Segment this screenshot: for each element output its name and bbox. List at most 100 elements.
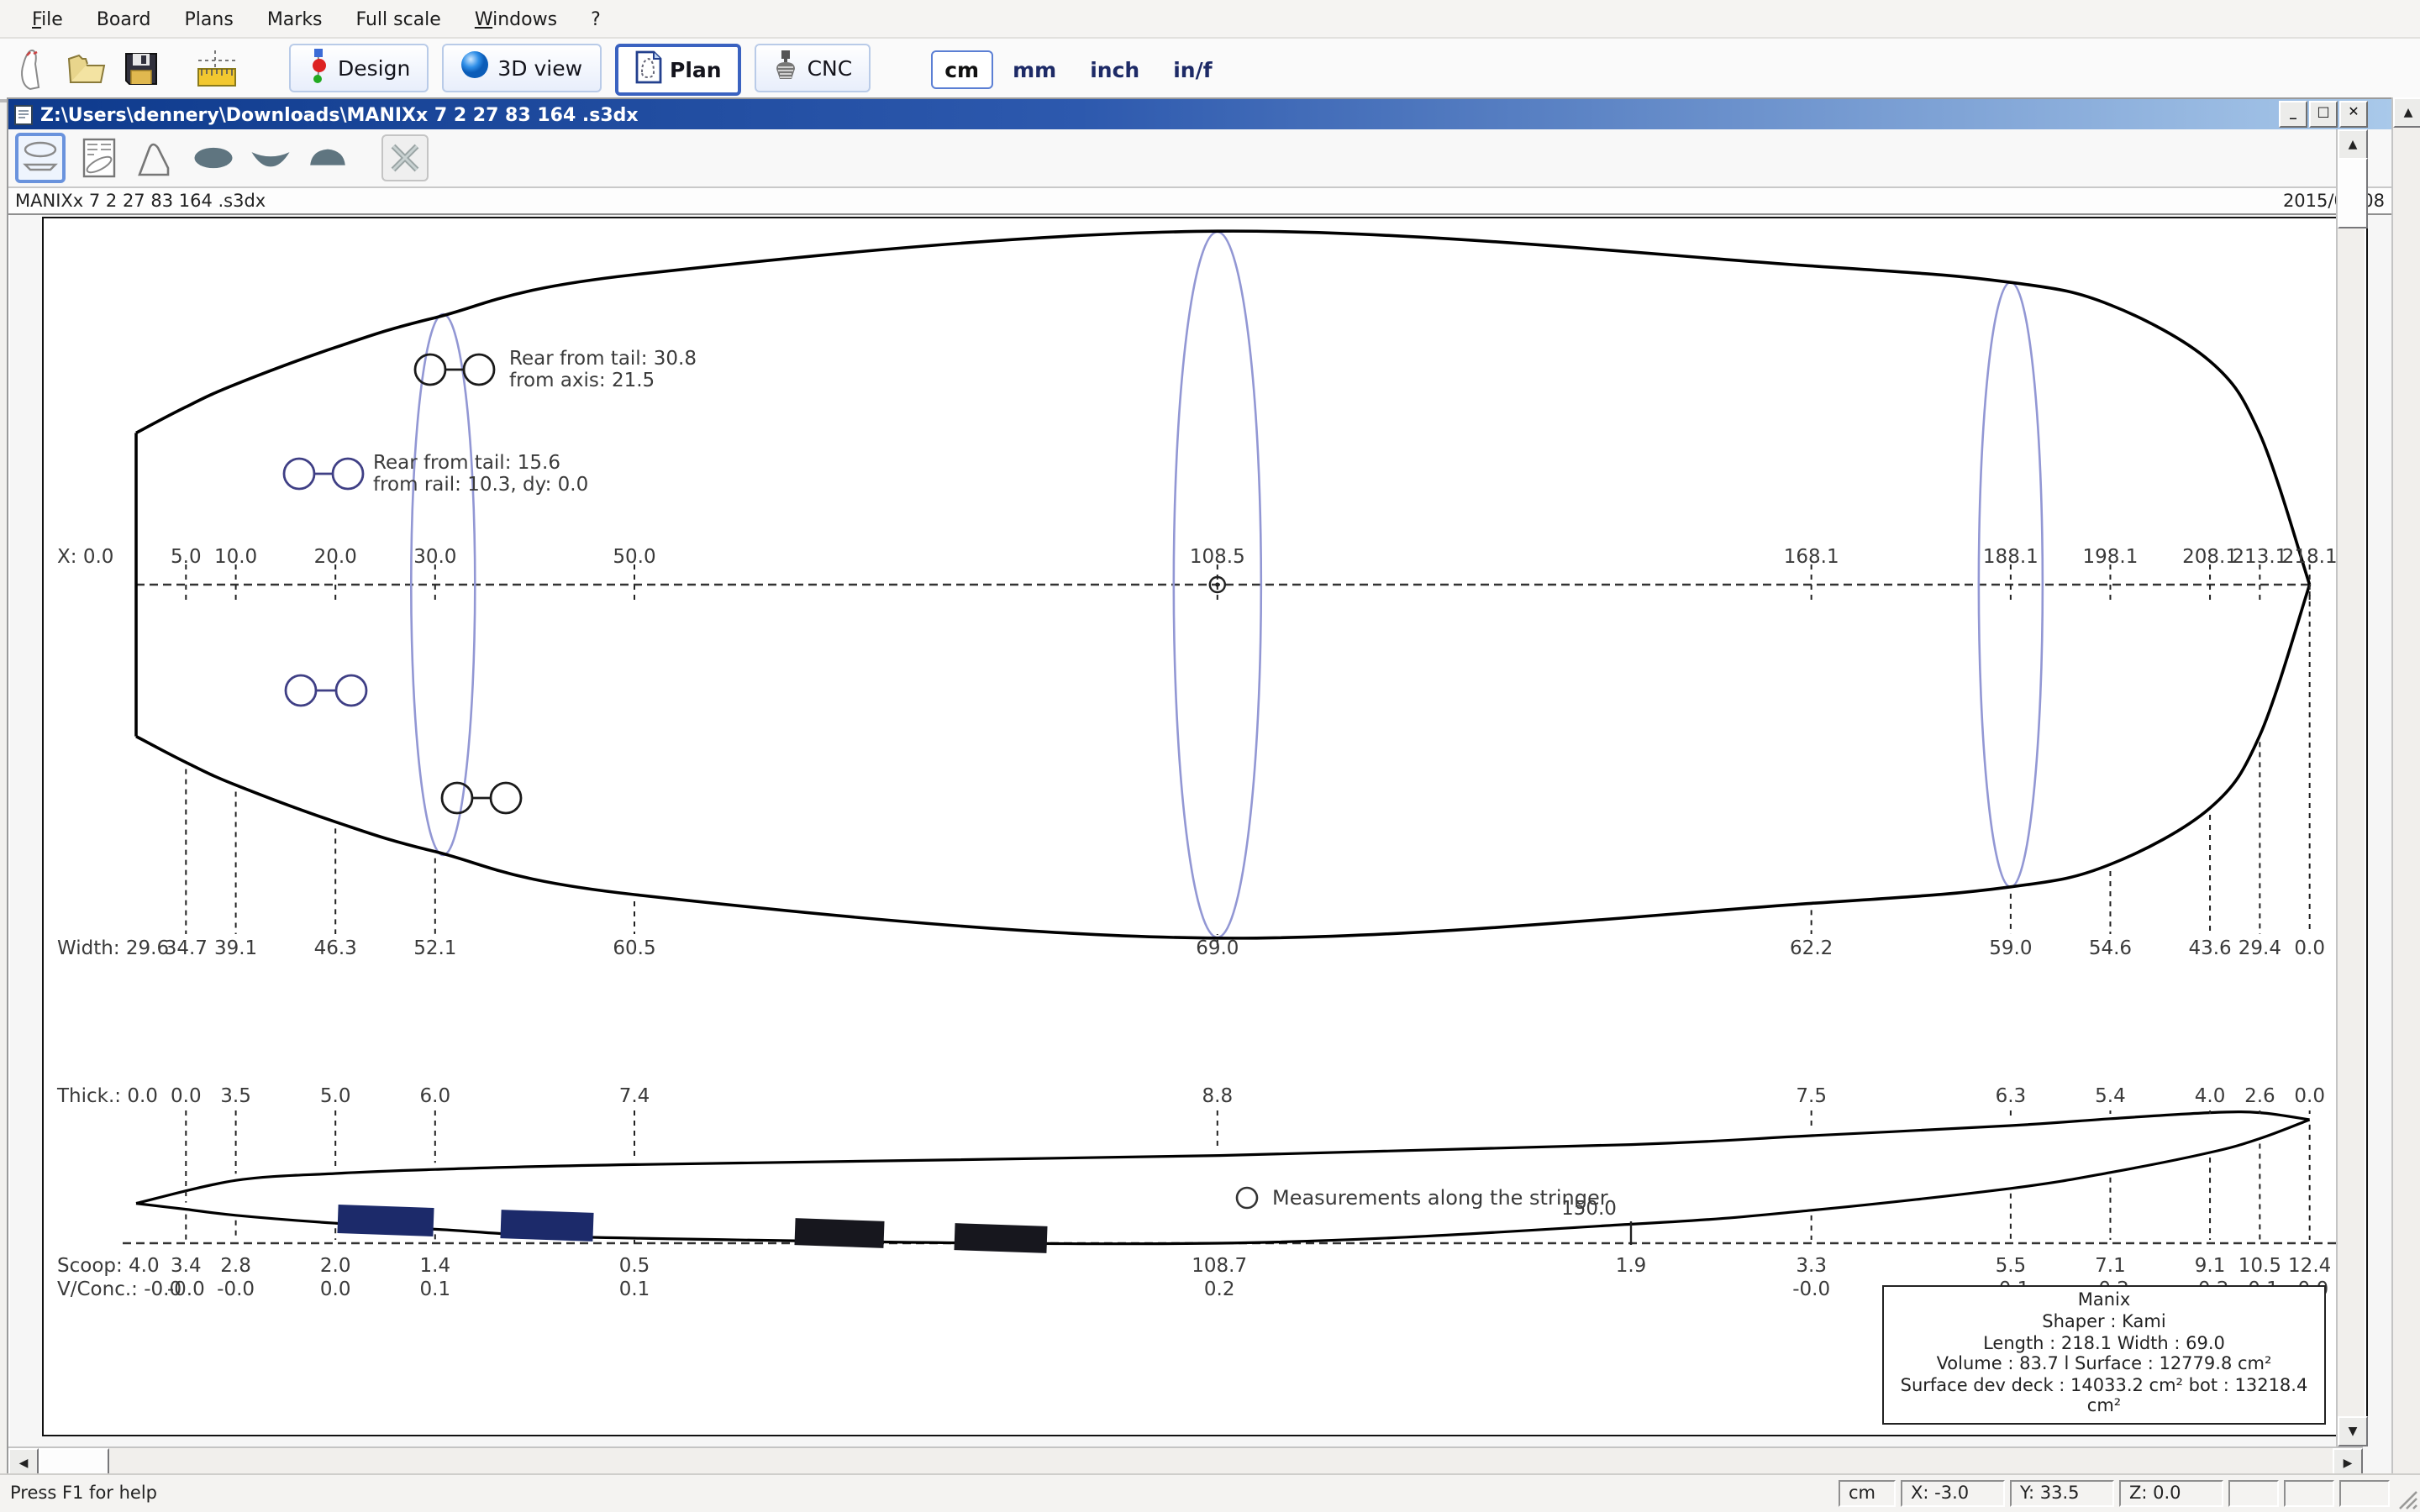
plan-button[interactable]: Plan — [614, 43, 742, 95]
unit-button-group: cmmminchin/f — [931, 50, 1225, 88]
fin-marker-a-circle — [415, 354, 445, 385]
unit-cm-button[interactable]: cm — [931, 50, 992, 88]
minimize-button[interactable]: _ — [2279, 101, 2307, 128]
document-title: Z:\Users\dennery\Downloads\MANIXx 7 2 27… — [40, 103, 639, 125]
scoop-label: 0.5 — [619, 1255, 650, 1277]
scoop-label: 3.4 — [171, 1255, 202, 1277]
x-label: 188.1 — [1983, 546, 2039, 568]
vconc-label: 0.1 — [619, 1278, 650, 1300]
vertical-scroll-thumb[interactable] — [2338, 158, 2368, 228]
vconc-label: 0.0 — [320, 1278, 351, 1300]
app-scroll-up-icon[interactable]: ▲ — [2393, 97, 2420, 128]
stringer-note-marker — [1237, 1188, 1257, 1208]
info-box-line: Length : 218.1 Width : 69.0 — [1887, 1333, 2321, 1354]
3d-view-button[interactable]: 3D view — [442, 43, 601, 92]
application-root: FileBoardPlansMarksFull scaleWindows? — [0, 0, 2420, 1512]
design-icon — [308, 46, 329, 88]
board-canvas: X: 0.0Width: 29.65.034.710.039.120.046.3… — [42, 217, 2368, 1436]
close-button[interactable]: ✕ — [2339, 101, 2368, 128]
width-label: 39.1 — [214, 937, 257, 959]
status-panel-3: Z: 0.0 — [2119, 1480, 2223, 1507]
spec-sheet-button[interactable] — [76, 134, 123, 181]
width-label: 60.5 — [613, 937, 655, 959]
vconc-row-prefix: V/Conc.: -0.0 — [57, 1278, 182, 1300]
menu-item-windows[interactable]: Windows — [460, 4, 572, 33]
x-label: 168.1 — [1784, 546, 1839, 568]
status-help-text: Press F1 for help — [10, 1483, 157, 1504]
fin-marker-d-circle — [491, 783, 521, 813]
scoop-label: 9.1 — [2195, 1255, 2226, 1277]
fin-marker-c-circle — [336, 675, 366, 706]
fin-plug — [337, 1205, 434, 1236]
export-icon[interactable] — [381, 134, 429, 181]
vconc-label: 0.1 — [420, 1278, 451, 1300]
maximize-button[interactable]: □ — [2309, 101, 2338, 128]
status-panel-1: X: -3.0 — [1901, 1480, 2005, 1507]
menu-item-?[interactable]: ? — [576, 4, 616, 33]
resize-grip[interactable] — [2396, 1488, 2418, 1510]
horizontal-scroll-track[interactable] — [109, 1448, 2333, 1477]
view-button-group: Design 3D view Plan CNC — [289, 43, 871, 95]
menu-item-full-scale[interactable]: Full scale — [341, 4, 456, 33]
document-date: 2015/04/08 — [2283, 191, 2385, 211]
unit-mm-button[interactable]: mm — [999, 50, 1070, 88]
fin-plug — [500, 1210, 593, 1242]
ruler-icon[interactable] — [192, 45, 239, 92]
fin-plug — [794, 1218, 884, 1248]
menu-item-plans[interactable]: Plans — [170, 4, 249, 33]
fin-marker-d-circle — [442, 783, 472, 813]
pointer-hand-icon[interactable] — [10, 45, 57, 92]
app-toolbar: Design 3D view Plan CNC cmmminchin/f — [0, 39, 2420, 102]
cnc-button[interactable]: CNC — [755, 43, 871, 92]
app-vertical-scrollbar[interactable]: ▲ — [2391, 97, 2420, 1475]
menu-item-file[interactable]: File — [17, 4, 78, 33]
scoop-row-prefix: Scoop: 4.0 — [57, 1255, 160, 1277]
open-folder-icon[interactable] — [64, 45, 111, 92]
outline-view-button[interactable] — [15, 133, 66, 183]
info-box-line: Volume : 83.7 l Surface : 12779.8 cm² — [1887, 1354, 2321, 1375]
thick-label: 5.4 — [2095, 1085, 2126, 1107]
vconc-label: -0.0 — [167, 1278, 205, 1300]
scoop-label: 108.7 — [1192, 1255, 1247, 1277]
menu-item-marks[interactable]: Marks — [252, 4, 338, 33]
width-label: 59.0 — [1989, 937, 2032, 959]
status-panel-4 — [2228, 1480, 2279, 1507]
scroll-up-icon[interactable]: ▲ — [2338, 129, 2368, 160]
thick-label: 0.0 — [2294, 1085, 2325, 1107]
width-label: 0.0 — [2294, 937, 2325, 959]
x-row-prefix: X: 0.0 — [57, 546, 113, 568]
x-label: 198.1 — [2083, 546, 2139, 568]
design-button[interactable]: Design — [289, 43, 429, 92]
vertical-scrollbar[interactable]: ▲ ▼ — [2336, 129, 2365, 1446]
profile-curve-button[interactable] — [133, 134, 180, 181]
section-bottom-icon[interactable] — [247, 134, 294, 181]
horizontal-scrollbar[interactable]: ◀ ▶ — [8, 1446, 2363, 1477]
scoop-label: 5.5 — [1996, 1255, 2027, 1277]
width-label: 34.7 — [165, 937, 208, 959]
scoop-label: 1.4 — [420, 1255, 451, 1277]
x-label: 10.0 — [214, 546, 257, 568]
document-toolbar — [8, 129, 2391, 188]
thick-label: 3.5 — [220, 1085, 251, 1107]
document-file-label: MANIXx 7 2 27 83 164 .s3dx — [15, 191, 266, 211]
x-label: 30.0 — [413, 546, 456, 568]
unit-in-f-button[interactable]: in/f — [1160, 50, 1225, 88]
document-icon — [13, 103, 34, 125]
scoop-label: 3.3 — [1796, 1255, 1827, 1277]
save-icon[interactable] — [118, 45, 165, 92]
section-full-icon[interactable] — [190, 134, 237, 181]
plan-icon — [634, 50, 661, 88]
unit-inch-button[interactable]: inch — [1076, 50, 1153, 88]
document-window: Z:\Users\dennery\Downloads\MANIXx 7 2 27… — [7, 97, 2393, 1478]
cnc-icon — [774, 48, 799, 87]
fin-marker-c-circle — [286, 675, 316, 706]
section-deck-icon[interactable] — [304, 134, 351, 181]
width-label: 69.0 — [1196, 937, 1239, 959]
document-label-row: MANIXx 7 2 27 83 164 .s3dx 2015/04/08 — [8, 188, 2391, 215]
document-titlebar[interactable]: Z:\Users\dennery\Downloads\MANIXx 7 2 27… — [8, 99, 2391, 129]
scoop-label: 2.8 — [220, 1255, 251, 1277]
status-panel-5 — [2284, 1480, 2334, 1507]
menu-item-board[interactable]: Board — [82, 4, 166, 33]
scroll-down-icon[interactable]: ▼ — [2338, 1416, 2368, 1446]
width-label: 54.6 — [2089, 937, 2132, 959]
